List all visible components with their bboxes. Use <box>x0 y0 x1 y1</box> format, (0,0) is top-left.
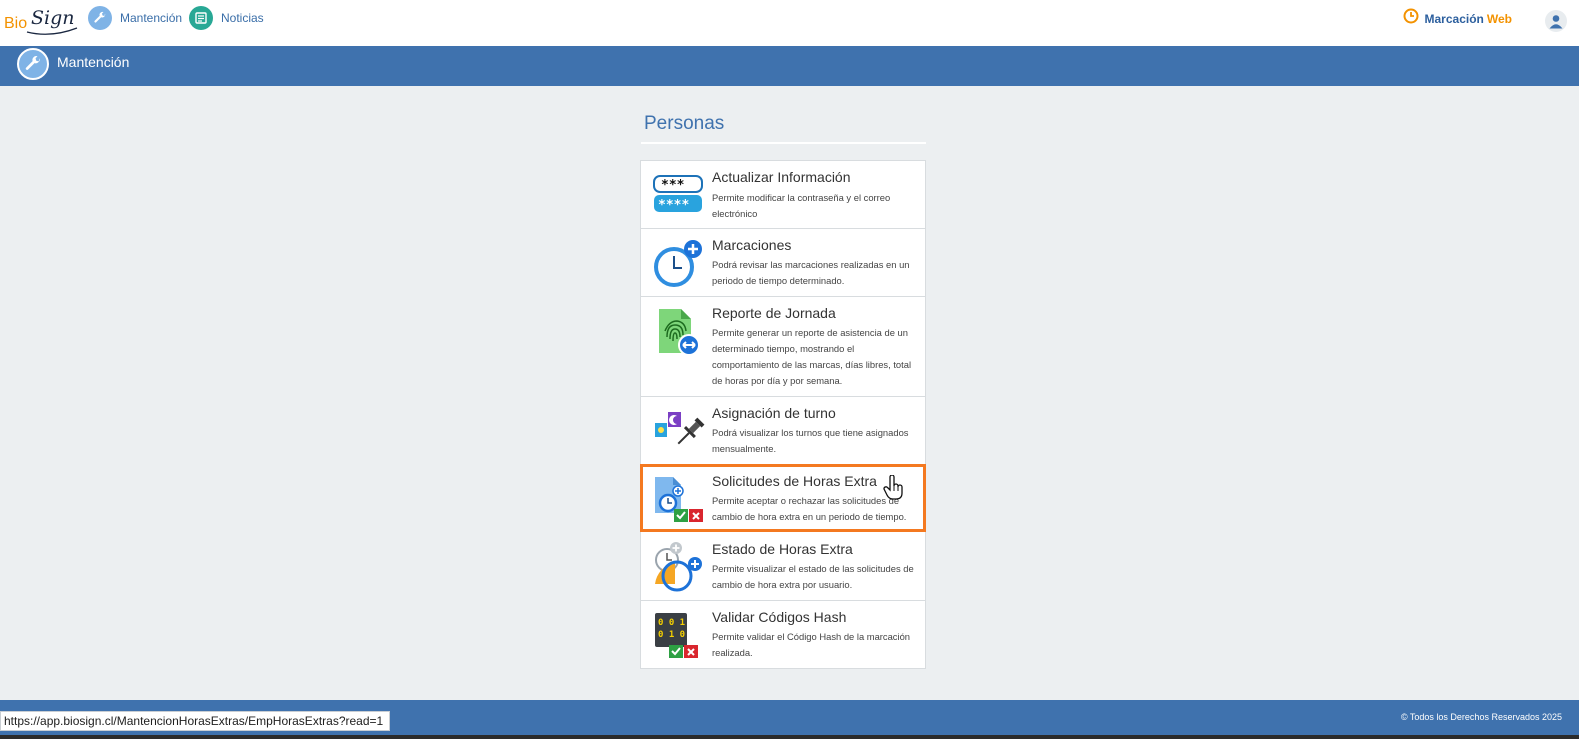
marcacion-label: Marcación <box>1424 11 1484 26</box>
news-icon <box>189 6 213 30</box>
user-avatar[interactable] <box>1545 10 1567 32</box>
browser-status-url: https://app.biosign.cl/MantencionHorasEx… <box>0 711 391 731</box>
clock-plus-icon <box>653 237 705 289</box>
top-navbar: Bio Sign Mantención Noticias Marcación W… <box>0 0 1579 46</box>
card-title: Asignación de turno <box>712 405 836 421</box>
card-title: Marcaciones <box>712 237 792 253</box>
card-description: Permite validar el Código Hash de la mar… <box>712 631 911 658</box>
nav-noticias[interactable]: Noticias <box>189 5 264 31</box>
card-marcaciones[interactable]: Marcaciones Podrá revisar las marcacione… <box>640 228 926 297</box>
card-description: Permite modificar la contraseña y el cor… <box>712 192 891 219</box>
copyright-text: © Todos los Derechos Reservados 2025 <box>1400 712 1562 722</box>
card-title: Actualizar Información <box>712 169 851 185</box>
nav-label: Noticias <box>221 11 264 25</box>
svg-text:Sign: Sign <box>31 7 75 29</box>
overtime-request-icon <box>655 475 707 527</box>
card-title: Estado de Horas Extra <box>712 541 853 557</box>
card-description: Podrá revisar las marcaciones realizadas… <box>712 259 910 286</box>
bottom-edge <box>0 735 1579 739</box>
card-reporte-de-jornada[interactable]: Reporte de Jornada Permite generar un re… <box>640 296 926 397</box>
options-list: *** **** Actualizar Información Permite … <box>640 160 926 669</box>
svg-text:0 1 0: 0 1 0 <box>658 630 685 640</box>
card-actualizar-informacion[interactable]: *** **** Actualizar Información Permite … <box>640 160 926 229</box>
biosign-logo[interactable]: Bio Sign <box>3 2 79 38</box>
card-estado-de-horas-extra[interactable]: Estado de Horas Extra Permite visualizar… <box>640 531 926 601</box>
svg-text:***: *** <box>661 178 685 193</box>
user-icon <box>1549 15 1563 29</box>
section-header: Mantención <box>0 46 1579 86</box>
clock-icon <box>1403 8 1419 29</box>
card-asignacion-de-turno[interactable]: Asignación de turno Podrá visualizar los… <box>640 396 926 465</box>
card-description: Podrá visualizar los turnos que tiene as… <box>712 427 909 454</box>
card-title: Reporte de Jornada <box>712 305 836 321</box>
marcacion-accent: Web <box>1486 11 1512 26</box>
wrench-icon <box>17 48 49 80</box>
shift-pin-icon <box>655 409 707 461</box>
hand-pointer-cursor-icon <box>883 474 905 501</box>
hash-validate-icon: 0 0 1 0 1 0 <box>655 613 707 665</box>
card-title: Validar Códigos Hash <box>712 609 847 625</box>
marcacion-web-link[interactable]: Marcación Web <box>1403 8 1512 29</box>
password-icon: *** **** <box>653 173 705 225</box>
section-title: Personas <box>644 113 725 134</box>
page-title: Mantención <box>57 54 130 70</box>
nav-mantencion[interactable]: Mantención <box>88 5 182 31</box>
card-description: Permite visualizar el estado de las soli… <box>712 563 914 590</box>
card-description: Permite generar un reporte de asistencia… <box>712 327 912 386</box>
svg-text:****: **** <box>658 198 689 213</box>
svg-text:Bio: Bio <box>4 15 27 32</box>
svg-text:0 0 1: 0 0 1 <box>658 618 685 628</box>
card-validar-codigos-hash[interactable]: 0 0 1 0 1 0 Validar Códigos Hash Permite… <box>640 600 926 669</box>
fingerprint-report-icon <box>655 307 707 359</box>
nav-label: Mantención <box>120 11 183 25</box>
overtime-status-icon <box>653 540 705 592</box>
section-divider <box>641 142 926 144</box>
wrench-icon <box>88 6 112 30</box>
card-title: Solicitudes de Horas Extra <box>712 473 877 489</box>
